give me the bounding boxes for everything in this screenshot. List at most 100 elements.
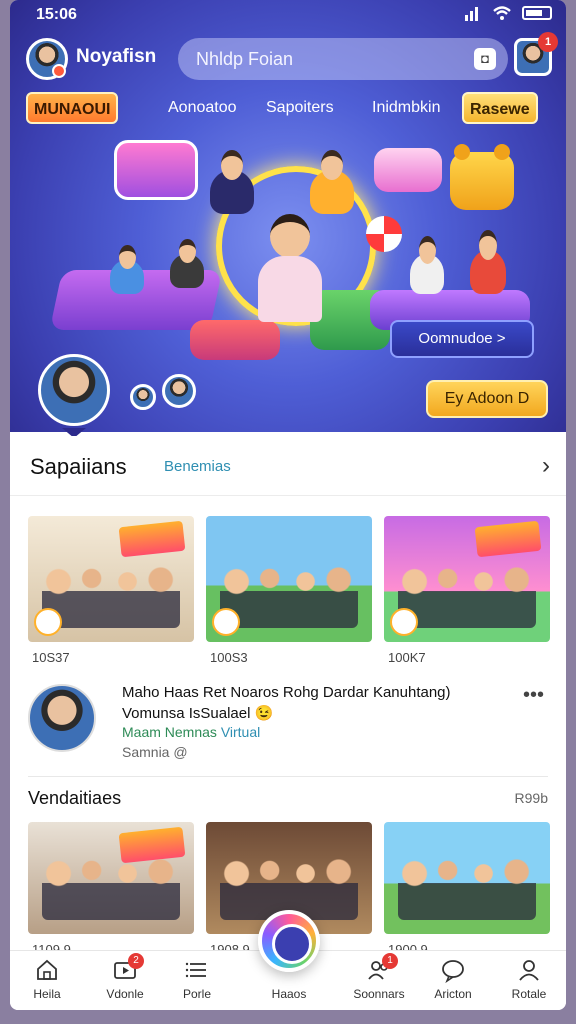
- people-graphic: [398, 566, 536, 628]
- nav-label: Soonnars: [353, 987, 405, 1001]
- channel-name: Maam Nemnas: [122, 724, 217, 740]
- status-time: 15:06: [36, 6, 77, 23]
- video-card[interactable]: 10S37: [28, 516, 194, 665]
- platform-graphic: [190, 320, 280, 360]
- wifi-icon: [493, 6, 511, 20]
- camera-search-icon[interactable]: ◘: [474, 48, 496, 70]
- section-tag-link[interactable]: Benemias: [164, 458, 231, 475]
- video-card[interactable]: 1900.9: [384, 822, 550, 957]
- nav-item-home[interactable]: Heila: [12, 957, 82, 1001]
- banner-graphic: [118, 520, 186, 558]
- nav-label: Haaos: [271, 987, 307, 1001]
- video-caption: 100S3: [210, 650, 248, 665]
- post-subtitle: Vomunsa IsSualael 😉: [122, 705, 274, 722]
- search-bar[interactable]: ◘: [178, 38, 508, 80]
- chip-category-5[interactable]: Rasewe: [462, 92, 538, 124]
- hero-cta-button[interactable]: Ey Adoon D: [426, 380, 548, 418]
- post-title[interactable]: Maho Haas Ret Noaros Rohg Dardar Kanuhta…: [122, 684, 542, 701]
- nav-badge: 1: [382, 953, 398, 969]
- playground-graphic: [374, 148, 442, 192]
- banner-graphic: [474, 520, 542, 558]
- chip-category-3[interactable]: Sapoiters: [260, 92, 340, 124]
- video-caption: 10S37: [32, 650, 70, 665]
- status-icons: [464, 5, 552, 21]
- more-options-icon[interactable]: •••: [523, 684, 544, 707]
- section-link[interactable]: R99b: [515, 790, 548, 806]
- nav-item-chat[interactable]: Aricton: [418, 957, 488, 1001]
- nav-label: Vdonle: [106, 987, 144, 1001]
- online-badge: [52, 64, 66, 78]
- chip-category-4[interactable]: Inidmbkin: [366, 92, 446, 124]
- video-thumbnail[interactable]: [28, 516, 194, 642]
- category-chips: MUNAOUI Aonoatoo Sapoiters Inidmbkin Ras…: [26, 92, 556, 126]
- nav-item-list[interactable]: Porle: [162, 957, 232, 1001]
- video-card[interactable]: 100S3: [206, 516, 372, 665]
- post-channel[interactable]: Maam Nemnas Virtual: [122, 724, 260, 740]
- video-icon: 2: [112, 953, 144, 983]
- nav-item-people[interactable]: 1 Soonnars: [344, 953, 414, 1001]
- video-thumbnail[interactable]: [28, 822, 194, 934]
- chip-category-1[interactable]: MUNAOUI: [26, 92, 119, 124]
- app-screen: 15:06 Noyafisn ◘ 1 MUNAOUI Aonoatoo Sapo…: [10, 0, 566, 1010]
- chevron-right-icon[interactable]: ›: [542, 452, 550, 480]
- hero-banner[interactable]: 15:06 Noyafisn ◘ 1 MUNAOUI Aonoatoo Sapo…: [10, 0, 566, 432]
- battery-icon: [522, 6, 552, 20]
- list-icon: [184, 957, 210, 983]
- character-head: [270, 214, 310, 258]
- hero-character: [250, 214, 330, 324]
- nav-badge: 2: [128, 953, 144, 969]
- character-body: [258, 256, 322, 322]
- feed-post[interactable]: Maho Haas Ret Noaros Rohg Dardar Kanuhta…: [28, 680, 550, 770]
- sticker-icon: [212, 608, 240, 636]
- character-figure: [110, 244, 144, 294]
- notification-badge: 1: [538, 32, 558, 52]
- video-thumbnail[interactable]: [384, 516, 550, 642]
- character-figure: [210, 150, 254, 214]
- video-thumbnail[interactable]: [384, 822, 550, 934]
- people-graphic: [398, 858, 536, 920]
- nav-label: Rotale: [511, 987, 547, 1001]
- search-input[interactable]: [196, 47, 456, 71]
- signal-icon: [465, 7, 478, 21]
- bear-mascot-graphic: [450, 144, 514, 210]
- character-figure: [470, 230, 506, 294]
- character-figure: [410, 236, 444, 294]
- nav-item-profile[interactable]: Rotale: [494, 957, 564, 1001]
- divider: [28, 776, 548, 777]
- section-header[interactable]: Sapaiians Benemias ›: [10, 436, 566, 496]
- post-avatar[interactable]: [28, 684, 96, 752]
- host-avatar[interactable]: [38, 354, 110, 426]
- section-title: Sapaiians: [30, 454, 127, 479]
- nav-label: Porle: [182, 987, 211, 1001]
- video-thumbnail[interactable]: [206, 516, 372, 642]
- phone-screen-graphic: [114, 140, 198, 200]
- channel-tag: Virtual: [220, 724, 261, 740]
- status-bar: 15:06: [10, 0, 566, 30]
- nav-item-video[interactable]: 2 Vdonle: [90, 953, 160, 1001]
- create-button[interactable]: [258, 910, 320, 972]
- beach-ball-graphic: [366, 216, 402, 252]
- participant-avatar[interactable]: [130, 384, 156, 410]
- people-graphic: [42, 858, 180, 920]
- section-title: Vendaitiaes: [28, 788, 122, 808]
- people-icon: 1: [366, 953, 398, 983]
- profile-icon: [516, 957, 542, 983]
- chat-icon: [440, 957, 466, 984]
- home-icon: [34, 957, 60, 983]
- character-figure: [310, 150, 354, 214]
- video-card[interactable]: 100K7: [384, 516, 550, 665]
- sticker-icon: [390, 608, 418, 636]
- people-graphic: [42, 566, 180, 628]
- character-figure: [170, 238, 204, 288]
- people-graphic: [220, 566, 358, 628]
- onboard-button[interactable]: Oomnudoe >: [390, 320, 534, 358]
- nav-label: Heila: [33, 987, 61, 1001]
- username: Noyafisn: [76, 46, 157, 67]
- video-card[interactable]: 1109.9: [28, 822, 194, 957]
- nav-label: Aricton: [434, 987, 472, 1001]
- video-caption: 100K7: [388, 650, 426, 665]
- participant-avatar[interactable]: [162, 374, 196, 408]
- chip-category-2[interactable]: Aonoatoo: [162, 92, 243, 124]
- post-meta: Samnia @: [122, 744, 188, 760]
- sticker-icon: [34, 608, 62, 636]
